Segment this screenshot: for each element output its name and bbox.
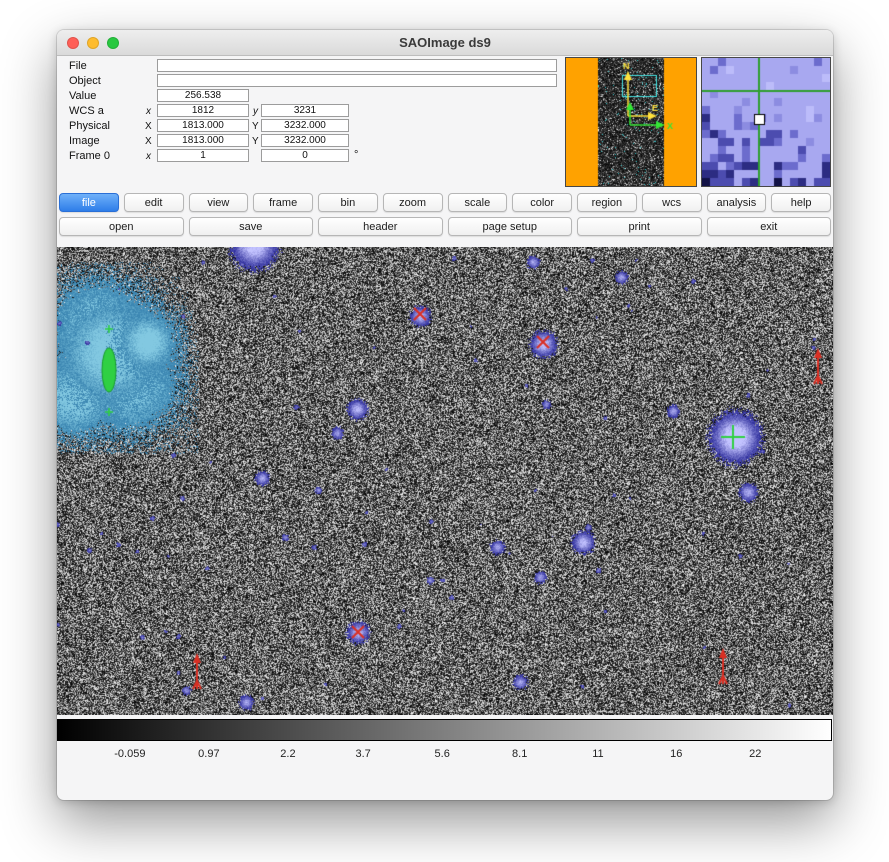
- toolbar-button-open[interactable]: open: [59, 217, 184, 236]
- menu-button-help[interactable]: help: [771, 193, 831, 212]
- tick-label-7: 16: [670, 748, 682, 760]
- tick-label-1: 0.97: [198, 748, 219, 760]
- main-image-canvas[interactable]: [57, 247, 833, 715]
- toolbar-button-header[interactable]: header: [318, 217, 443, 236]
- menu-button-color[interactable]: color: [512, 193, 572, 212]
- frame-label: Frame 0: [69, 150, 110, 162]
- image-y-field[interactable]: 3232.000: [261, 134, 349, 147]
- menu-button-bin[interactable]: bin: [318, 193, 378, 212]
- menu-button-file[interactable]: file: [59, 193, 119, 212]
- wcs-y-axis-label: y: [253, 106, 258, 117]
- image-x-field[interactable]: 1813.000: [157, 134, 249, 147]
- toolbar-button-page-setup[interactable]: page setup: [448, 217, 573, 236]
- colorbar-tick-labels: -0.059 0.97 2.2 3.7 5.6 8.1 11 16 22: [57, 748, 832, 764]
- image-y-axis-label: Y: [252, 136, 259, 147]
- zoom-button[interactable]: [107, 37, 119, 49]
- menu-button-frame[interactable]: frame: [253, 193, 313, 212]
- value-field[interactable]: 256.538: [157, 89, 249, 102]
- tick-label-2: 2.2: [280, 748, 295, 760]
- object-field[interactable]: [157, 74, 557, 87]
- menu-bar: file edit view frame bin zoom scale colo…: [59, 193, 831, 212]
- menu-button-wcs[interactable]: wcs: [642, 193, 702, 212]
- tick-label-4: 5.6: [435, 748, 450, 760]
- object-label: Object: [69, 75, 101, 87]
- info-row-file: File: [57, 59, 577, 73]
- traffic-lights: [67, 37, 119, 49]
- panner-canvas[interactable]: [565, 57, 697, 187]
- minimize-button[interactable]: [87, 37, 99, 49]
- menu-button-region[interactable]: region: [577, 193, 637, 212]
- file-label: File: [69, 60, 87, 72]
- physical-label: Physical: [69, 120, 110, 132]
- ds9-window: SAOImage ds9 File Object Value 256.538 W…: [57, 30, 833, 800]
- tick-label-5: 8.1: [512, 748, 527, 760]
- close-button[interactable]: [67, 37, 79, 49]
- info-row-wcs: WCS a x 1812 y 3231: [57, 104, 577, 118]
- info-row-image: Image X 1813.000 Y 3232.000: [57, 134, 577, 148]
- menu-button-analysis[interactable]: analysis: [707, 193, 767, 212]
- info-row-frame: Frame 0 x 1 0 °: [57, 149, 577, 163]
- wcs-label: WCS a: [69, 105, 104, 117]
- physical-x-axis-label: X: [145, 121, 152, 132]
- info-row-object: Object: [57, 74, 577, 88]
- wcs-y-field[interactable]: 3231: [261, 104, 349, 117]
- tick-label-0: -0.059: [114, 748, 145, 760]
- toolbar-button-print[interactable]: print: [577, 217, 702, 236]
- frame-x-field[interactable]: 1: [157, 149, 249, 162]
- tick-label-8: 22: [749, 748, 761, 760]
- frame-rotation-field[interactable]: 0: [261, 149, 349, 162]
- tick-label-6: 11: [592, 748, 603, 760]
- file-field[interactable]: [157, 59, 557, 72]
- window-title: SAOImage ds9: [57, 30, 833, 56]
- menu-button-scale[interactable]: scale: [448, 193, 508, 212]
- tick-label-3: 3.7: [355, 748, 370, 760]
- physical-y-field[interactable]: 3232.000: [261, 119, 349, 132]
- image-x-axis-label: X: [145, 136, 152, 147]
- menu-button-edit[interactable]: edit: [124, 193, 184, 212]
- physical-y-axis-label: Y: [252, 121, 259, 132]
- toolbar-button-save[interactable]: save: [189, 217, 314, 236]
- menu-button-zoom[interactable]: zoom: [383, 193, 443, 212]
- frame-x-axis-label: x: [146, 151, 151, 162]
- magnifier-canvas[interactable]: [701, 57, 831, 187]
- wcs-x-axis-label: x: [146, 106, 151, 117]
- toolbar-button-exit[interactable]: exit: [707, 217, 832, 236]
- colorbar[interactable]: [57, 719, 832, 741]
- value-label: Value: [69, 90, 96, 102]
- wcs-x-field[interactable]: 1812: [157, 104, 249, 117]
- info-row-physical: Physical X 1813.000 Y 3232.000: [57, 119, 577, 133]
- physical-x-field[interactable]: 1813.000: [157, 119, 249, 132]
- menu-button-view[interactable]: view: [189, 193, 249, 212]
- titlebar[interactable]: SAOImage ds9: [57, 30, 833, 56]
- info-row-value: Value 256.538: [57, 89, 577, 103]
- image-label: Image: [69, 135, 100, 147]
- degree-symbol: °: [354, 149, 358, 161]
- file-toolbar: open save header page setup print exit: [59, 217, 831, 236]
